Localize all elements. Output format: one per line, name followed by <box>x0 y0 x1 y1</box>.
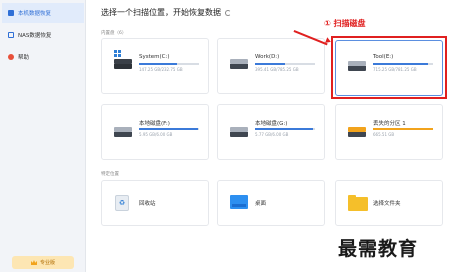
section-label-locations: 特定位置 <box>101 172 119 177</box>
sidebar-item-label: 帮助 <box>18 55 30 61</box>
drive-card-d[interactable]: Work(D:) 395.41 GB/785.25 GB <box>217 38 325 94</box>
annotation-highlight-box <box>331 36 447 99</box>
lost-drive-icon <box>348 127 366 137</box>
sidebar-item-nas-recovery[interactable]: NAS数据恢复 <box>2 25 84 45</box>
usage-bar <box>139 128 199 130</box>
location-card-desktop[interactable]: 桌面 <box>217 180 325 226</box>
watermark: 最需教育 <box>338 238 419 260</box>
drive-size: 665.51 GB <box>373 132 395 137</box>
drive-name: 本地磁盘(F:) <box>139 121 170 127</box>
desktop-icon <box>230 195 248 209</box>
drive-icon <box>114 127 132 137</box>
usage-bar <box>255 128 315 130</box>
upgrade-label: 专业版 <box>39 260 55 266</box>
location-card-select-folder[interactable]: 选择文件夹 <box>335 180 443 226</box>
sidebar-item-label: NAS数据恢复 <box>18 33 52 39</box>
help-icon <box>8 54 14 60</box>
location-card-recycle-bin[interactable]: ♻ 回收站 <box>101 180 209 226</box>
drive-size: 395.41 GB/785.25 GB <box>255 67 299 72</box>
sidebar-item-label: 本机数据恢复 <box>18 11 52 17</box>
annotation-label: ① 扫描磁盘 <box>324 19 366 28</box>
location-name: 桌面 <box>255 201 267 207</box>
drive-name: 本地磁盘(G:) <box>255 121 288 127</box>
computer-icon <box>8 10 14 16</box>
drive-name: Work(D:) <box>255 54 280 60</box>
drive-name: 丢失的分区 1 <box>373 121 406 127</box>
drive-name: System(C:) <box>139 54 170 60</box>
usage-bar <box>255 63 315 65</box>
folder-icon <box>348 195 368 211</box>
drive-card-lost-partition[interactable]: 丢失的分区 1 665.51 GB <box>335 104 443 160</box>
drive-icon <box>230 127 248 137</box>
refresh-icon[interactable] <box>225 9 231 16</box>
sidebar-item-local-recovery[interactable]: 本机数据恢复 <box>2 3 84 23</box>
page-title: 选择一个扫描位置，开始恢复数据 <box>101 7 231 18</box>
location-name: 选择文件夹 <box>373 201 401 207</box>
drive-card-f[interactable]: 本地磁盘(F:) 5.95 GB/6.00 GB <box>101 104 209 160</box>
drive-size: 5.95 GB/6.00 GB <box>139 132 173 137</box>
usage-bar <box>373 128 433 130</box>
nas-icon <box>8 32 14 38</box>
crown-icon <box>30 260 37 265</box>
recycle-bin-icon: ♻ <box>115 195 129 211</box>
windows-icon <box>114 50 121 57</box>
drive-size: 147.25 GB/232.75 GB <box>139 67 183 72</box>
page-title-text: 选择一个扫描位置，开始恢复数据 <box>101 8 221 17</box>
upgrade-button[interactable]: 专业版 <box>12 256 74 269</box>
drive-card-g[interactable]: 本地磁盘(G:) 5.77 GB/6.00 GB <box>217 104 325 160</box>
sidebar-item-help[interactable]: 帮助 <box>2 47 84 67</box>
windows-drive-icon <box>114 59 132 69</box>
drive-card-c[interactable]: System(C:) 147.25 GB/232.75 GB <box>101 38 209 94</box>
sidebar: 本机数据恢复 NAS数据恢复 帮助 专业版 <box>0 0 86 272</box>
usage-bar <box>139 63 199 65</box>
location-name: 回收站 <box>139 201 156 207</box>
drive-size: 5.77 GB/6.00 GB <box>255 132 289 137</box>
section-label-disks: 内置盘（6） <box>101 31 127 36</box>
drive-icon <box>230 59 248 69</box>
